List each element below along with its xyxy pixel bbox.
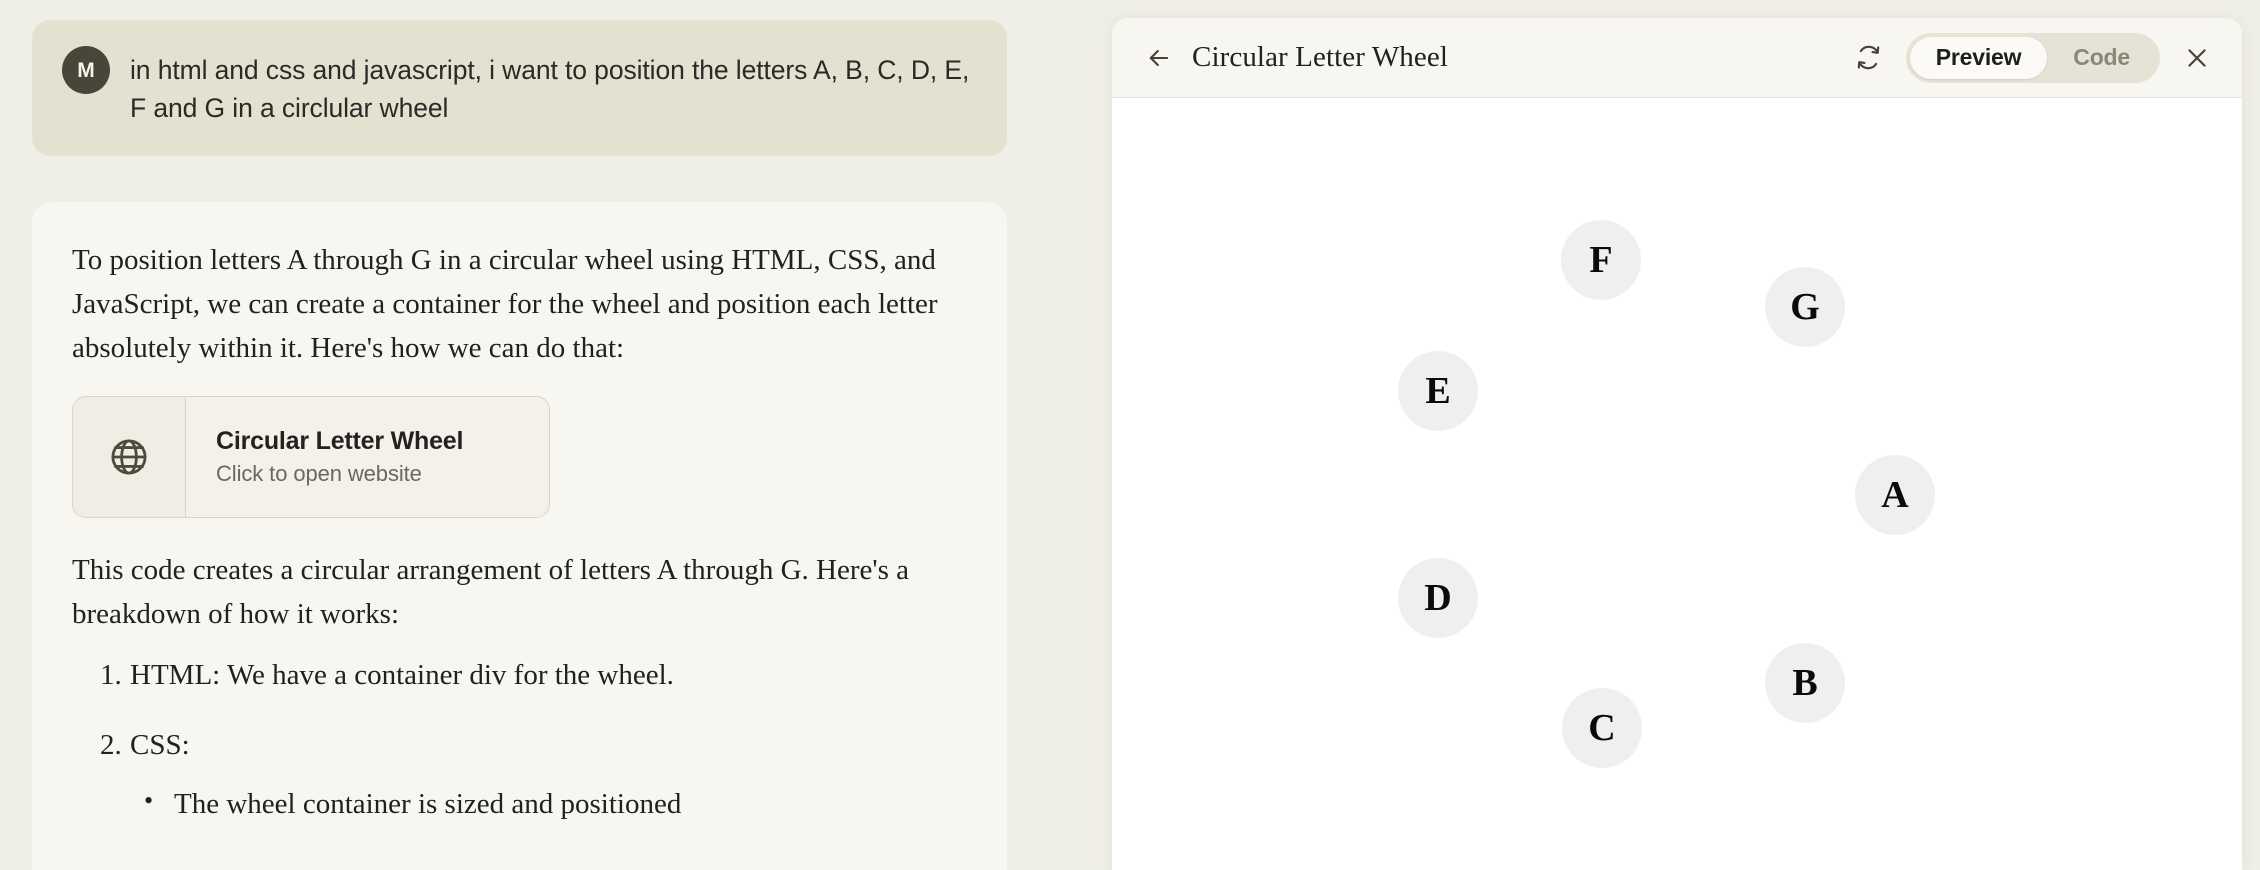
- tab-code[interactable]: Code: [2047, 37, 2156, 79]
- user-message-text: in html and css and javascript, i want t…: [130, 55, 970, 124]
- artifact-subtitle: Click to open website: [216, 461, 422, 487]
- close-button[interactable]: [2174, 35, 2220, 81]
- list-item: CSS: The wheel container is sized and po…: [72, 724, 967, 827]
- preview-header: Circular Letter Wheel Preview Code: [1112, 18, 2242, 98]
- wheel-letter-d: D: [1398, 558, 1478, 638]
- wheel-letter-a: A: [1855, 455, 1935, 535]
- list-item-label: CSS:: [130, 728, 190, 761]
- artifact-title: Circular Letter Wheel: [216, 427, 464, 456]
- user-message-bubble: M in html and css and javascript, i want…: [32, 20, 1007, 156]
- wheel-letter-b: B: [1765, 643, 1845, 723]
- header-actions: Preview Code: [1846, 32, 2220, 83]
- avatar: M: [62, 46, 110, 94]
- page-title: Circular Letter Wheel: [1192, 41, 1448, 73]
- breakdown-steps-list: HTML: We have a container div for the wh…: [72, 654, 967, 827]
- refresh-icon: [1855, 44, 1882, 71]
- arrow-left-icon: [1145, 44, 1173, 72]
- view-mode-toggle[interactable]: Preview Code: [1905, 32, 2160, 83]
- refresh-button[interactable]: [1846, 35, 1892, 81]
- assistant-intro-paragraph: To position letters A through G in a cir…: [72, 244, 938, 365]
- list-item: HTML: We have a container div for the wh…: [100, 654, 674, 697]
- conversation-column: M in html and css and javascript, i want…: [0, 0, 1010, 870]
- sub-bullet-list: The wheel container is sized and positio…: [130, 781, 967, 827]
- app-root: M in html and css and javascript, i want…: [0, 0, 2260, 870]
- artifact-preview-panel: Circular Letter Wheel Preview Code A B C…: [1112, 18, 2242, 870]
- wheel-letter-c: C: [1562, 688, 1642, 768]
- globe-icon: [73, 397, 186, 518]
- wheel-letter-g: G: [1765, 267, 1845, 347]
- back-button[interactable]: [1136, 35, 1182, 81]
- close-icon: [2183, 44, 2211, 72]
- wheel-letter-e: E: [1398, 351, 1478, 431]
- artifact-card[interactable]: Circular Letter Wheel Click to open webs…: [72, 396, 550, 519]
- artifact-card-body: Circular Letter Wheel Click to open webs…: [186, 397, 549, 517]
- wheel-canvas: A B C D E F G: [1112, 98, 2242, 870]
- assistant-message-bubble: To position letters A through G in a cir…: [32, 202, 1007, 870]
- wheel-letter-f: F: [1561, 220, 1641, 300]
- tab-preview[interactable]: Preview: [1909, 36, 2048, 79]
- list-item: The wheel container is sized and positio…: [130, 781, 967, 827]
- assistant-breakdown-paragraph: This code creates a circular arrangement…: [72, 554, 910, 631]
